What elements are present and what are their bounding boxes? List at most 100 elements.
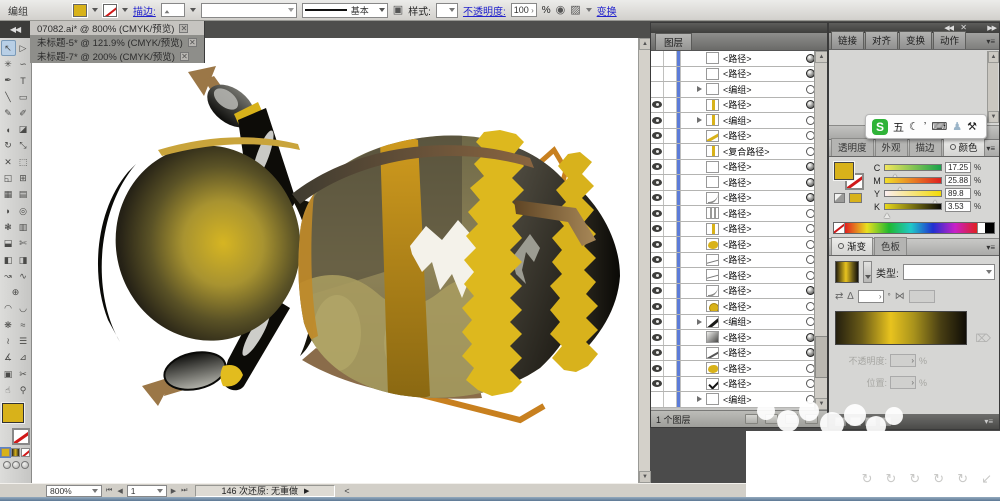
panel-tab[interactable]: 色板 <box>874 237 908 255</box>
spectrum-black-swatch[interactable] <box>985 223 994 233</box>
shape-builder-tool[interactable]: ◱ <box>1 170 16 186</box>
links-scroll-up-icon[interactable]: ▲ <box>988 51 999 63</box>
layer-row[interactable]: <编组> <box>651 314 827 330</box>
lock-toggle[interactable] <box>664 237 677 252</box>
layer-row[interactable]: <路径> <box>651 345 827 361</box>
layer-thumbnail[interactable] <box>706 238 719 251</box>
gradient-preset-dropdown-icon[interactable] <box>863 261 872 283</box>
fill-color-swatch[interactable] <box>72 2 88 18</box>
layer-thumbnail[interactable] <box>706 284 719 297</box>
layer-row[interactable]: <路径> <box>651 268 827 284</box>
layer-row[interactable]: <路径> <box>651 376 827 392</box>
layer-thumbnail[interactable] <box>706 176 719 189</box>
expand-triangle-icon[interactable] <box>697 396 705 403</box>
lock-toggle[interactable] <box>664 128 677 143</box>
layer-thumbnail[interactable] <box>706 253 719 266</box>
lock-toggle[interactable] <box>664 283 677 298</box>
layer-thumbnail[interactable] <box>706 269 719 282</box>
crop-tool[interactable]: ▣ <box>1 366 16 382</box>
visibility-eye-icon[interactable] <box>651 190 664 205</box>
scallop-tool[interactable]: ≀ <box>1 333 16 349</box>
visibility-eye-icon[interactable] <box>651 97 664 112</box>
canvas-vertical-scrollbar[interactable]: ▲ ▼ <box>638 38 651 483</box>
links-scroll-down-icon[interactable]: ▼ <box>988 111 999 123</box>
mesh-tool[interactable]: ▦ <box>1 187 16 203</box>
warp-tool[interactable]: ◠ <box>1 301 16 317</box>
lock-toggle[interactable] <box>664 330 677 345</box>
stroke-weight-dropdown-icon[interactable] <box>189 8 196 15</box>
layers-scrollbar[interactable]: ▲ ▼ <box>814 51 827 410</box>
visibility-eye-icon[interactable] <box>651 314 664 329</box>
visibility-eye-icon[interactable] <box>651 299 664 314</box>
visibility-eye-icon[interactable] <box>651 128 664 143</box>
sogou-logo[interactable]: S <box>872 118 888 135</box>
gradient-type-dropdown[interactable] <box>902 264 995 280</box>
layers-panel-titlebar[interactable] <box>651 23 827 33</box>
pencil-tool[interactable]: ✐ <box>16 105 31 121</box>
lock-toggle[interactable] <box>664 82 677 97</box>
layer-name[interactable]: <路径> <box>723 207 752 220</box>
panel-tab[interactable]: 变换 <box>899 31 933 49</box>
isolate-selected-object-icon[interactable]: ▣ <box>393 4 403 16</box>
visibility-eye-icon[interactable] <box>651 221 664 236</box>
layer-name[interactable]: <路径> <box>723 300 752 313</box>
layer-row[interactable]: <路径> <box>651 66 827 82</box>
stroke-style-dropdown[interactable]: 基本 <box>301 2 388 18</box>
wrinkle-tool[interactable]: ≈ <box>16 317 31 333</box>
ime-mode-wubi[interactable]: 五 <box>893 119 904 135</box>
channel-value-input[interactable]: 3.53 <box>945 201 971 212</box>
close-tab-icon[interactable]: ✕ <box>179 23 189 33</box>
visibility-eye-icon[interactable] <box>651 361 664 376</box>
layer-name[interactable]: <路径> <box>723 129 752 142</box>
symbol-sprayer-tool[interactable]: ❃ <box>1 219 16 235</box>
layer-row[interactable]: <路径> <box>651 190 827 206</box>
visibility-eye-icon[interactable] <box>651 206 664 221</box>
layer-thumbnail[interactable] <box>706 377 719 390</box>
undo-status-field[interactable]: 146 次还原: 无重做 ▶ <box>195 484 336 497</box>
twirl-tool[interactable]: ☰ <box>16 333 31 349</box>
expand-triangle-icon[interactable] <box>697 86 705 93</box>
gradient-slider-bar[interactable] <box>835 311 967 345</box>
layer-row[interactable]: <路径> <box>651 159 827 175</box>
first-artboard-icon[interactable]: ⏮ <box>105 487 113 495</box>
layers-scroll-thumb[interactable] <box>815 336 827 378</box>
layer-row[interactable]: <路径> <box>651 237 827 253</box>
visibility-eye-icon[interactable] <box>651 51 664 66</box>
visibility-eye-icon[interactable] <box>651 345 664 360</box>
layer-thumbnail[interactable] <box>706 315 719 328</box>
live-paint-selection-tool[interactable]: ◨ <box>16 252 31 268</box>
color-fill-swatch[interactable] <box>833 161 855 181</box>
pucker-tool[interactable]: ◡ <box>16 301 31 317</box>
layer-name[interactable]: <路径> <box>723 160 752 173</box>
panel-tab[interactable]: 颜色 <box>942 138 985 156</box>
spectrum-white-swatch[interactable] <box>977 223 985 233</box>
gradient-tool[interactable]: ▤ <box>16 187 31 203</box>
opacity-link[interactable]: 不透明度: <box>463 3 506 18</box>
rotate-view-tool[interactable]: ⊕ <box>1 284 31 300</box>
visibility-eye-icon[interactable] <box>651 330 664 345</box>
layer-thumbnail[interactable] <box>706 52 719 65</box>
visibility-eye-icon[interactable] <box>651 159 664 174</box>
artboard-canvas[interactable] <box>32 38 638 483</box>
strip-menu-icon[interactable]: ▾≡ <box>984 417 993 426</box>
back-icon[interactable]: < <box>344 486 349 496</box>
none-mode-button[interactable] <box>21 447 30 457</box>
ime-punctuation-icon[interactable]: ʼ <box>924 121 926 133</box>
layer-row[interactable]: <编组> <box>651 82 827 98</box>
spectrum-ramp[interactable] <box>845 223 977 233</box>
layer-name[interactable]: <路径> <box>723 67 752 80</box>
panel-tab[interactable]: 对齐 <box>865 31 899 49</box>
panel-tab[interactable]: 渐变 <box>831 237 874 255</box>
lock-toggle[interactable] <box>664 376 677 391</box>
rectangle-tool[interactable]: ▭ <box>16 89 31 105</box>
channel-value-input[interactable]: 17.25 <box>945 162 971 173</box>
visibility-eye-icon[interactable] <box>651 175 664 190</box>
hand-tool[interactable]: ☝ <box>1 382 16 398</box>
layer-name[interactable]: <路径> <box>723 222 752 235</box>
stroke-none-swatch[interactable] <box>11 427 30 445</box>
zoom-tool[interactable]: ⚲ <box>16 382 31 398</box>
stroke-link[interactable]: 描边: <box>133 3 156 18</box>
direct-selection-tool[interactable]: ▷ <box>16 40 31 56</box>
layer-row[interactable]: <路径> <box>651 252 827 268</box>
layer-row[interactable]: <路径> <box>651 361 827 377</box>
